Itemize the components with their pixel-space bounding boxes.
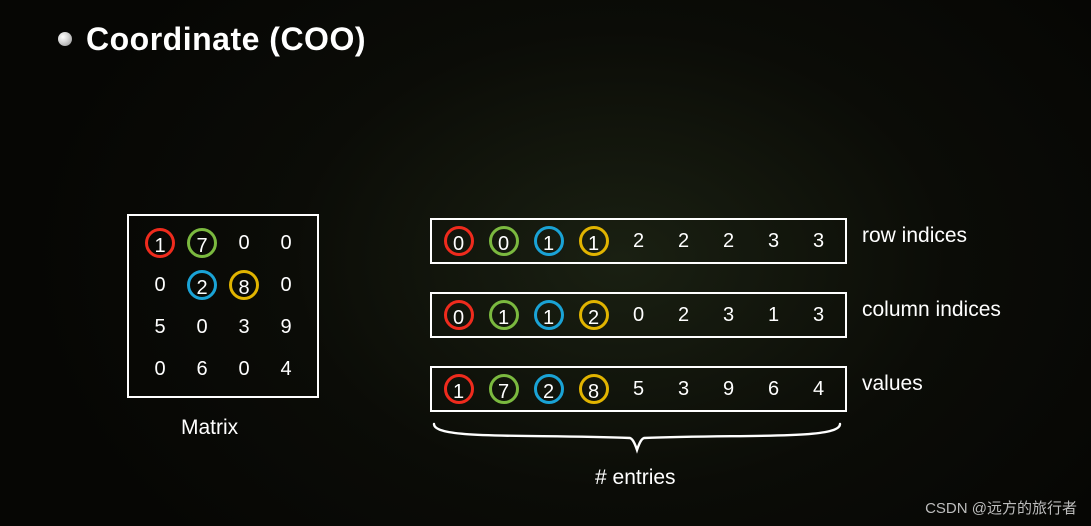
matrix-cell-r2-c2: 3 (229, 312, 259, 342)
row-array: 001122233 (430, 218, 847, 264)
col-cell-4: 0 (624, 300, 654, 330)
row-cell-6: 2 (714, 226, 744, 256)
matrix-cell-r1-c1: 2 (187, 270, 217, 300)
values-cell-0: 1 (444, 374, 474, 404)
row-cell-0: 0 (444, 226, 474, 256)
col-cell-5: 2 (669, 300, 699, 330)
row-cell-5: 2 (669, 226, 699, 256)
matrix-cell-r3-c2: 0 (229, 354, 259, 384)
col-cell-7: 1 (759, 300, 789, 330)
values-cell-4: 5 (624, 374, 654, 404)
values-cell-2: 2 (534, 374, 564, 404)
matrix-cell-r1-c0: 0 (145, 270, 175, 300)
matrix-cell-r0-c3: 0 (271, 228, 301, 258)
matrix-cell-r0-c2: 0 (229, 228, 259, 258)
slide-title: Coordinate (COO) (86, 21, 366, 58)
row-cell-4: 2 (624, 226, 654, 256)
values-cell-1: 7 (489, 374, 519, 404)
row-cell-1: 0 (489, 226, 519, 256)
values-cell-8: 4 (804, 374, 834, 404)
col-cell-3: 2 (579, 300, 609, 330)
matrix-cell-r2-c3: 9 (271, 312, 301, 342)
entries-label: # entries (595, 466, 676, 490)
values-cell-5: 3 (669, 374, 699, 404)
col-label: column indices (862, 298, 1001, 322)
col-cell-0: 0 (444, 300, 474, 330)
matrix-cell-r2-c0: 5 (145, 312, 175, 342)
col-cell-8: 3 (804, 300, 834, 330)
brace-icon (430, 420, 844, 460)
values-cell-3: 8 (579, 374, 609, 404)
row-cell-2: 1 (534, 226, 564, 256)
row-cell-8: 3 (804, 226, 834, 256)
bullet-icon (58, 32, 72, 46)
matrix-cell-r3-c0: 0 (145, 354, 175, 384)
matrix-cell-r3-c3: 4 (271, 354, 301, 384)
matrix-cell-r3-c1: 6 (187, 354, 217, 384)
matrix-cell-r1-c3: 0 (271, 270, 301, 300)
matrix-cell-r2-c1: 0 (187, 312, 217, 342)
row-cell-7: 3 (759, 226, 789, 256)
values-array: 172853964 (430, 366, 847, 412)
matrix-cell-r1-c2: 8 (229, 270, 259, 300)
matrix-cell-r0-c1: 7 (187, 228, 217, 258)
row-cell-3: 1 (579, 226, 609, 256)
values-cell-6: 9 (714, 374, 744, 404)
matrix-label: Matrix (181, 416, 238, 440)
values-label: values (862, 372, 923, 396)
dense-matrix: 1700028050390604 (127, 214, 319, 398)
col-array: 011202313 (430, 292, 847, 338)
matrix-cell-r0-c0: 1 (145, 228, 175, 258)
row-label: row indices (862, 224, 967, 248)
col-cell-2: 1 (534, 300, 564, 330)
col-cell-1: 1 (489, 300, 519, 330)
values-cell-7: 6 (759, 374, 789, 404)
watermark: CSDN @远方的旅行者 (925, 497, 1077, 518)
col-cell-6: 3 (714, 300, 744, 330)
